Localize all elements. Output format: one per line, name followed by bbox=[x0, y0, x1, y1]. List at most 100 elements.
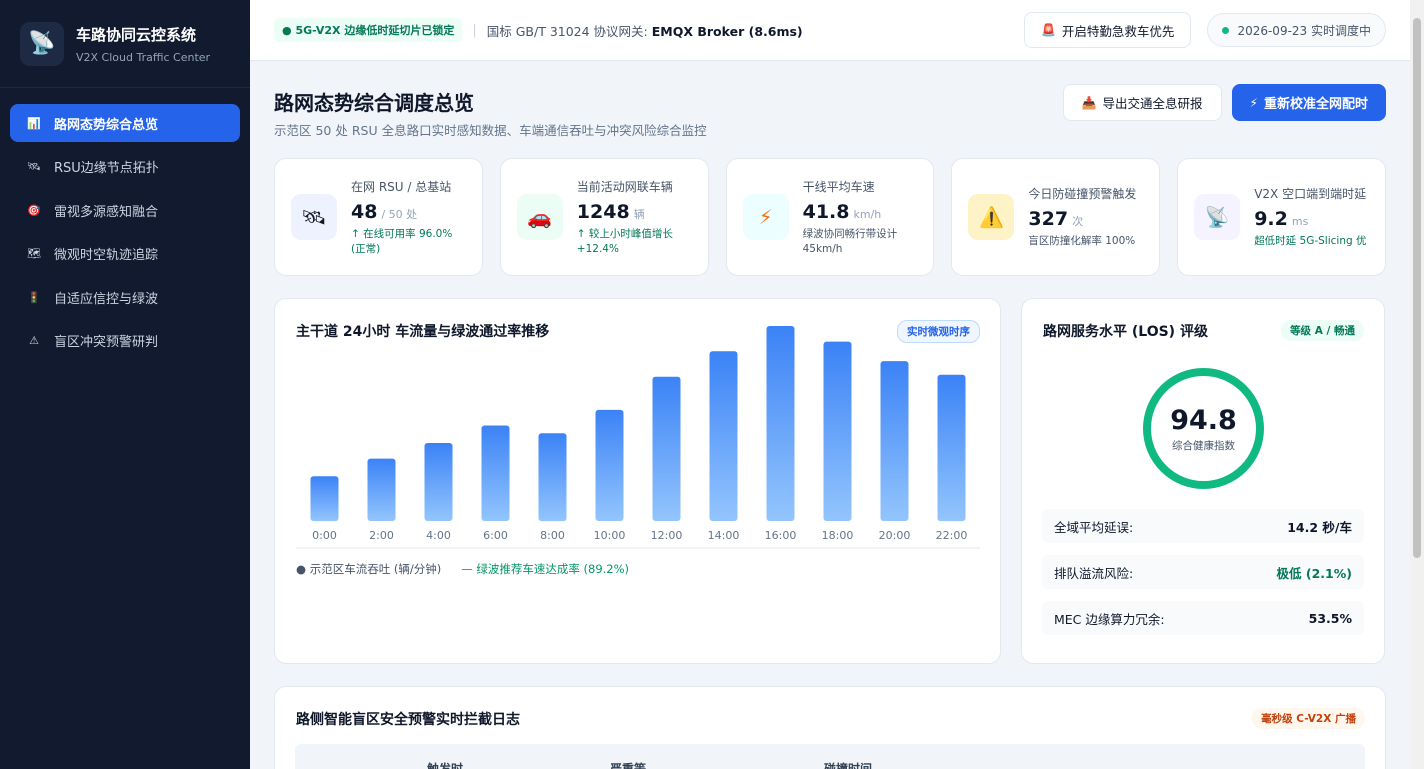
stat-note: 绿波协同畅行带设计 45km/h bbox=[802, 227, 898, 255]
bar-12:00 bbox=[652, 376, 681, 521]
car-icon: 🚗 bbox=[516, 194, 563, 240]
bar-16:00 bbox=[766, 326, 795, 521]
map-icon: 🗺 bbox=[27, 247, 41, 260]
report-icon: 📥 bbox=[1081, 95, 1097, 110]
sidebar-item-label: 自适应信控与绿波 bbox=[54, 291, 159, 307]
page-subtitle: 示范区 50 处 RSU 全息路口实时感知数据、车端通信吞吐与冲突风险综合监控 bbox=[274, 123, 707, 138]
stat-note: ↑ 较上小时峰值增长 +12.4% bbox=[576, 227, 673, 255]
page-title: 路网态势综合调度总览 bbox=[274, 91, 474, 115]
bar-4:00 bbox=[424, 443, 453, 521]
x-tick-label: 4:00 bbox=[426, 529, 451, 542]
column-header-trigger-time: 触发时 bbox=[427, 762, 464, 769]
satellite-icon: 🛰 bbox=[291, 194, 337, 240]
los-row-delay: 全域平均延误: 14.2 秒/车 bbox=[1042, 509, 1364, 543]
column-header-severity: 严重等 bbox=[610, 762, 647, 769]
sidebar: 📡 车路协同云控系统 V2X Cloud Traffic Center 📊 路网… bbox=[0, 0, 250, 769]
stat-card-collision-warnings: ⚠️ 今日防碰撞预警触发 327 次 盲区防撞化解率 100% bbox=[951, 158, 1161, 276]
sidebar-item-label: 微观时空轨迹追踪 bbox=[54, 248, 159, 263]
lightning-icon: ⚡ bbox=[742, 194, 789, 240]
los-title: 路网服务水平 (LOS) 评级 bbox=[1043, 324, 1208, 340]
bar-22:00 bbox=[937, 374, 966, 522]
siren-icon: 🚨 bbox=[1040, 23, 1056, 37]
stat-card-speed: ⚡ 干线平均车速 41.8 km/h 绿波协同畅行带设计 45km/h bbox=[725, 158, 935, 276]
sidebar-item-label: 盲区冲突预警研判 bbox=[54, 335, 159, 350]
stat-card-rsu: 🛰 在网 RSU / 总基站 48/ 50 处 ↑ 在线可用率 96.0% (正… bbox=[274, 158, 483, 276]
los-metrics-list: 全域平均延误: 14.2 秒/车 排队溢流风险: 极低 (2.1%) MEC 边… bbox=[1042, 509, 1364, 647]
page-header: 路网态势综合调度总览 示范区 50 处 RSU 全息路口实时感知数据、车端通信吞… bbox=[274, 61, 1386, 158]
x-tick-label: 18:00 bbox=[822, 529, 854, 542]
live-dot-icon bbox=[1222, 26, 1230, 34]
sidebar-item-trajectory[interactable]: 🗺 微观时空轨迹追踪 bbox=[10, 235, 240, 273]
stat-value: 327 次 bbox=[1028, 208, 1084, 230]
bar-20:00 bbox=[880, 361, 909, 521]
date-status: 2026-09-23 实时调度中 bbox=[1207, 13, 1386, 47]
broadcast-badge: 毫秒级 C-V2X 广播 bbox=[1252, 708, 1365, 729]
sidebar-item-conflict-warning[interactable]: ⚠ 盲区冲突预警研判 bbox=[10, 322, 240, 360]
los-grade-badge: 等级 A / 畅通 bbox=[1281, 320, 1364, 341]
blindspot-warning-log-card: 路侧智能盲区安全预警实时拦截日志 毫秒级 C-V2X 广播 触发时 严重等 碰撞… bbox=[274, 686, 1386, 769]
brand-title: 车路协同云控系统 bbox=[76, 25, 197, 44]
sidebar-nav: 📊 路网态势综合总览 🛰 RSU边缘节点拓扑 🎯 雷视多源感知融合 🗺 微观时空… bbox=[0, 88, 250, 381]
bar-10:00 bbox=[595, 409, 624, 521]
export-report-button[interactable]: 📥 导出交通全息研报 bbox=[1062, 84, 1222, 121]
sidebar-item-overview[interactable]: 📊 路网态势综合总览 bbox=[10, 104, 240, 142]
page-scrollbar[interactable] bbox=[1410, 0, 1424, 769]
health-score-gauge: 94.8 综合健康指数 bbox=[1143, 368, 1264, 489]
health-score-label: 综合健康指数 bbox=[1172, 439, 1235, 452]
brand: 📡 车路协同云控系统 V2X Cloud Traffic Center bbox=[0, 0, 250, 88]
lightning-icon: ⚡ bbox=[1249, 95, 1258, 110]
bar-18:00 bbox=[823, 341, 852, 521]
bar-2:00 bbox=[367, 458, 396, 521]
sidebar-item-sensor-fusion[interactable]: 🎯 雷视多源感知融合 bbox=[10, 191, 240, 229]
sidebar-item-label: 路网态势综合总览 bbox=[54, 117, 159, 133]
los-row-mec-capacity: MEC 边缘算力冗余: 53.5% bbox=[1042, 601, 1364, 635]
log-table-header: 触发时 严重等 碰撞时间 bbox=[295, 744, 1365, 769]
los-rating-card: 路网服务水平 (LOS) 评级 等级 A / 畅通 94.8 综合健康指数 全域… bbox=[1021, 298, 1385, 664]
x-tick-label: 10:00 bbox=[594, 529, 626, 542]
x-tick-label: 16:00 bbox=[765, 529, 797, 542]
x-tick-label: 14:00 bbox=[708, 529, 740, 542]
satellite-icon: 🛰 bbox=[27, 160, 41, 173]
chart-legend: ● 示范区车流吞吐 (辆/分钟) — 绿波推荐车速达成率 (89.2%) bbox=[296, 561, 629, 577]
bar-6:00 bbox=[481, 425, 510, 521]
brand-subtitle: V2X Cloud Traffic Center bbox=[76, 50, 211, 64]
los-row-queue-risk: 排队溢流风险: 极低 (2.1%) bbox=[1042, 555, 1364, 589]
legend-flow: ● 示范区车流吞吐 (辆/分钟) bbox=[296, 562, 442, 576]
slice-status-badge: ● 5G-V2X 边缘低时延切片已锁定 bbox=[274, 18, 463, 42]
sidebar-item-rsu-topology[interactable]: 🛰 RSU边缘节点拓扑 bbox=[10, 148, 240, 186]
traffic-flow-bar-chart: 0:00 2:00 4:00 6:00 8:00 10:00 12:00 14:00 16:00… bbox=[296, 326, 980, 549]
legend-green-wave: — 绿波推荐车速达成率 (89.2%) bbox=[461, 562, 630, 576]
health-score-value: 94.8 bbox=[1170, 404, 1237, 436]
main-content: 路网态势综合调度总览 示范区 50 处 RSU 全息路口实时感知数据、车端通信吞… bbox=[250, 61, 1410, 769]
scrollbar-thumb[interactable] bbox=[1413, 18, 1421, 558]
antenna-icon: 📡 bbox=[1194, 194, 1241, 240]
warning-icon: ⚠️ bbox=[968, 194, 1015, 240]
log-title: 路侧智能盲区安全预警实时拦截日志 bbox=[296, 712, 520, 728]
stat-label: 当前活动网联车辆 bbox=[576, 179, 673, 194]
recalibrate-button[interactable]: ⚡ 重新校准全网配时 bbox=[1231, 84, 1386, 121]
stat-note: 盲区防撞化解率 100% bbox=[1028, 235, 1136, 247]
x-tick-label: 0:00 bbox=[312, 529, 337, 542]
bar-8:00 bbox=[538, 433, 567, 522]
bar-0:00 bbox=[310, 476, 339, 522]
stat-card-vehicles: 🚗 当前活动网联车辆 1248 辆 ↑ 较上小时峰值增长 +12.4% bbox=[499, 158, 709, 276]
x-tick-label: 2:00 bbox=[369, 529, 394, 542]
stat-label: 在网 RSU / 总基站 bbox=[351, 179, 452, 194]
top-bar: ● 5G-V2X 边缘低时延切片已锁定 | 国标 GB/T 31024 协议网关… bbox=[250, 0, 1410, 61]
x-tick-label: 8:00 bbox=[540, 529, 565, 542]
x-tick-label: 20:00 bbox=[879, 529, 911, 542]
stat-label: 今日防碰撞预警触发 bbox=[1028, 187, 1137, 201]
gateway-status: 国标 GB/T 31024 协议网关: EMQX Broker (8.6ms) bbox=[486, 23, 803, 39]
bar-14:00 bbox=[709, 351, 738, 521]
bar-chart-icon: 📊 bbox=[27, 116, 41, 130]
x-tick-label: 12:00 bbox=[651, 529, 683, 542]
x-tick-label: 22:00 bbox=[936, 529, 968, 542]
stat-label: V2X 空口端到端时延 bbox=[1254, 187, 1367, 201]
stat-card-latency: 📡 V2X 空口端到端时延 9.2 ms 超低时延 5G-Slicing 优 bbox=[1177, 158, 1386, 276]
stats-row: 🛰 在网 RSU / 总基站 48/ 50 处 ↑ 在线可用率 96.0% (正… bbox=[274, 158, 1386, 276]
stat-value: 48/ 50 处 bbox=[351, 200, 418, 223]
stat-note: ↑ 在线可用率 96.0% (正常) bbox=[351, 227, 453, 255]
sidebar-item-signal-control[interactable]: 🚦 自适应信控与绿波 bbox=[10, 278, 240, 316]
emergency-priority-button[interactable]: 🚨 开启特勤急救车优先 bbox=[1023, 12, 1192, 48]
sidebar-item-label: 雷视多源感知融合 bbox=[54, 204, 159, 220]
